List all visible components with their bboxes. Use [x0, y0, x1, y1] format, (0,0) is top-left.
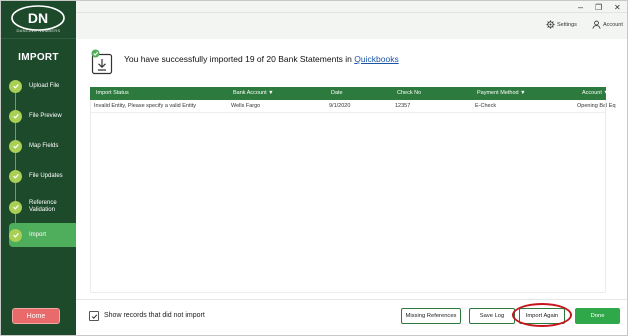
check-icon [9, 169, 22, 183]
restore-icon[interactable]: ❐ [595, 3, 602, 12]
account-label: Account [603, 21, 623, 28]
col-payment-method[interactable]: Payment Method ▼ [477, 87, 526, 100]
logo-text: DANCING NUMBERS [16, 28, 61, 33]
step-map-fields[interactable]: Map Fields [9, 134, 75, 158]
home-button[interactable]: Home [12, 308, 60, 324]
check-icon [9, 228, 22, 242]
col-bank-account[interactable]: Bank Account ▼ [233, 87, 274, 100]
step-file-preview[interactable]: File Preview [9, 104, 75, 128]
success-message: You have successfully imported 19 of 20 … [124, 54, 399, 64]
success-text: You have successfully imported 19 of 20 … [124, 54, 352, 64]
close-icon[interactable]: ✕ [614, 3, 621, 12]
show-failed-checkbox[interactable] [89, 311, 99, 321]
settings-label: Settings [557, 21, 577, 28]
done-button[interactable]: Done [575, 308, 620, 324]
user-icon [592, 20, 601, 29]
check-icon [9, 200, 22, 214]
download-icon [91, 49, 113, 75]
settings-button[interactable]: Settings [546, 20, 577, 29]
highlight-circle [512, 303, 572, 327]
step-file-updates[interactable]: File Updates [9, 164, 75, 188]
col-check-no: Check No [397, 90, 422, 96]
col-date: Date [331, 90, 343, 96]
sidebar-title: IMPORT [18, 52, 59, 63]
missing-references-button[interactable]: Missing References [401, 308, 461, 324]
show-failed-label: Show records that did not import [104, 312, 205, 319]
save-log-button[interactable]: Save Log [469, 308, 515, 324]
step-upload-file[interactable]: Upload File [9, 74, 75, 98]
table-header: Import Status Bank Account ▼ Date Check … [90, 87, 609, 100]
logo-area: DN DANCING NUMBERS [1, 1, 76, 39]
step-label: File Updates [29, 172, 63, 179]
step-label: Import [29, 231, 47, 238]
step-label: File Preview [29, 112, 62, 119]
check-icon [9, 109, 22, 123]
app-window: DN DANCING NUMBERS IMPORT Upload File Fi… [0, 0, 628, 336]
check-icon [9, 139, 22, 153]
table-body-area [90, 100, 606, 293]
step-import[interactable]: Import [9, 223, 76, 247]
col-import-status: Import Status [96, 90, 129, 96]
footer-divider [76, 299, 627, 300]
account-button[interactable]: Account [592, 20, 623, 29]
step-label: Upload File [29, 82, 60, 89]
svg-text:DN: DN [28, 10, 48, 26]
title-divider [76, 12, 627, 13]
checkmark-icon [91, 313, 97, 319]
gear-icon [546, 20, 555, 29]
step-label: Reference Validation [29, 200, 57, 213]
quickbooks-link[interactable]: Quickbooks [354, 54, 398, 64]
check-icon [9, 79, 22, 93]
step-reference-validation[interactable]: Reference Validation [9, 194, 75, 220]
minimize-icon[interactable]: – [578, 2, 583, 12]
sidebar: DN DANCING NUMBERS IMPORT Upload File Fi… [1, 1, 76, 335]
col-account[interactable]: Account ▼ [582, 87, 609, 100]
step-label: Map Fields [29, 142, 59, 149]
